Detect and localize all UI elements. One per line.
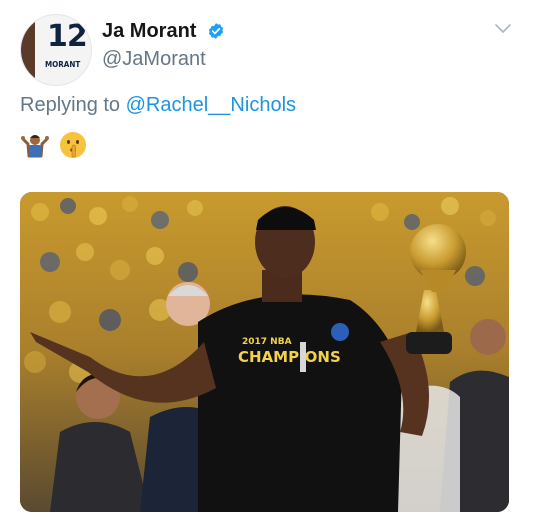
replying-to-label: Replying to xyxy=(20,94,121,116)
photo-champion-trophy: 2017 NBA CHAMPIONS xyxy=(20,192,509,512)
person-shrugging-emoji xyxy=(21,135,49,158)
avatar[interactable]: 12 MORANT xyxy=(20,14,92,86)
jersey-name: MORANT xyxy=(44,60,81,69)
shirt-text-top: 2017 NBA xyxy=(242,337,292,347)
avatar-arm xyxy=(21,15,35,85)
shirt-text-main: CHAMPIONS xyxy=(238,348,341,366)
tweet-media-image[interactable]: 2017 NBA CHAMPIONS xyxy=(20,192,509,512)
verified-badge-icon xyxy=(208,23,224,39)
reply-mention-link[interactable]: @Rachel__Nichols xyxy=(126,94,296,116)
jersey-number: 12 xyxy=(47,19,88,54)
user-handle[interactable]: @JaMorant xyxy=(102,48,206,71)
chevron-down-icon[interactable] xyxy=(494,22,512,36)
display-name[interactable]: Ja Morant xyxy=(102,20,196,43)
replying-to: Replying to @Rachel__Nichols xyxy=(20,94,296,117)
tweet-card: 12 MORANT Ja Morant @JaMorant Replying t… xyxy=(0,0,533,517)
shushing-face-emoji xyxy=(60,132,86,158)
